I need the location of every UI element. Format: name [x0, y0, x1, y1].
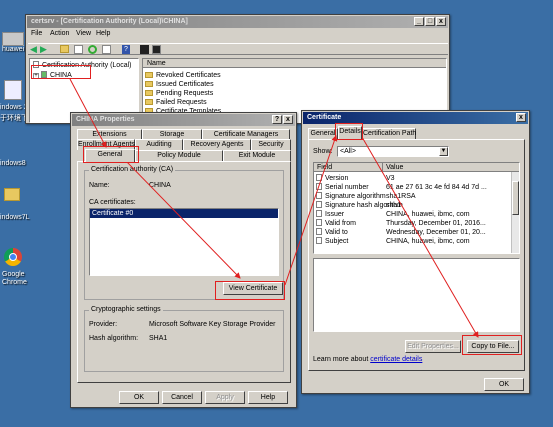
cert-tab-details[interactable]: Details [338, 126, 362, 139]
arrow-china-to-general [69, 78, 107, 148]
arrow-details-to-copy [361, 136, 479, 338]
arrow-view-to-details [284, 135, 338, 286]
arrow-general-to-view [124, 159, 241, 279]
tab-general[interactable]: General [85, 149, 135, 162]
annotation-arrows [69, 78, 479, 338]
